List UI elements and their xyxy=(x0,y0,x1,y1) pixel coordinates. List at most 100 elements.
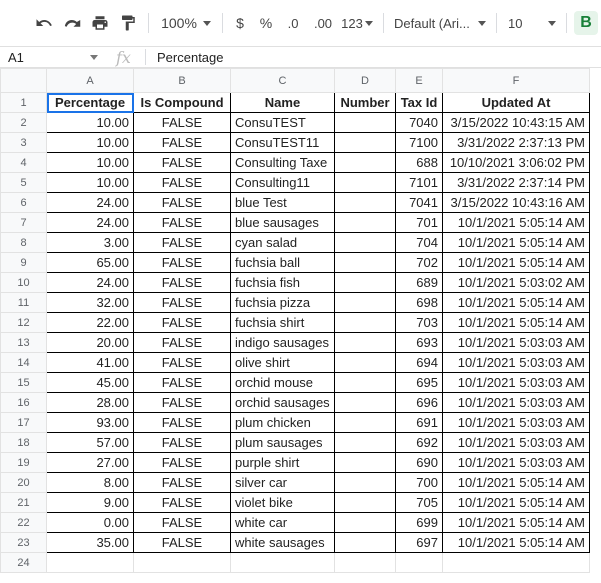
cell-d22[interactable] xyxy=(334,512,396,533)
column-header-f[interactable]: F xyxy=(442,68,590,93)
row-header[interactable]: 2 xyxy=(0,112,47,133)
cell-b24[interactable] xyxy=(133,552,231,573)
cell-f1[interactable]: Updated At xyxy=(442,92,590,113)
cell-a3[interactable]: 10.00 xyxy=(46,132,134,153)
cell-f18[interactable]: 10/1/2021 5:03:03 AM xyxy=(442,432,590,453)
cell-b12[interactable]: FALSE xyxy=(133,312,231,333)
cell-e3[interactable]: 7100 xyxy=(395,132,443,153)
cell-c18[interactable]: plum sausages xyxy=(230,432,335,453)
cell-f11[interactable]: 10/1/2021 5:05:14 AM xyxy=(442,292,590,313)
cell-f6[interactable]: 3/15/2022 10:43:16 AM xyxy=(442,192,590,213)
cell-e13[interactable]: 693 xyxy=(395,332,443,353)
cell-d13[interactable] xyxy=(334,332,396,353)
cell-f2[interactable]: 3/15/2022 10:43:15 AM xyxy=(442,112,590,133)
cell-c24[interactable] xyxy=(230,552,335,573)
cell-c12[interactable]: fuchsia shirt xyxy=(230,312,335,333)
cell-f17[interactable]: 10/1/2021 5:03:03 AM xyxy=(442,412,590,433)
cell-f20[interactable]: 10/1/2021 5:05:14 AM xyxy=(442,472,590,493)
cell-a6[interactable]: 24.00 xyxy=(46,192,134,213)
cell-e19[interactable]: 690 xyxy=(395,452,443,473)
row-header[interactable]: 16 xyxy=(0,392,47,413)
zoom-select[interactable]: 100% xyxy=(156,11,216,35)
redo-button[interactable] xyxy=(60,11,84,35)
cell-f13[interactable]: 10/1/2021 5:03:03 AM xyxy=(442,332,590,353)
cell-b22[interactable]: FALSE xyxy=(133,512,231,533)
cell-e21[interactable]: 705 xyxy=(395,492,443,513)
cell-a17[interactable]: 93.00 xyxy=(46,412,134,433)
cell-e5[interactable]: 7101 xyxy=(395,172,443,193)
cell-c1[interactable]: Name xyxy=(230,92,335,113)
cell-a19[interactable]: 27.00 xyxy=(46,452,134,473)
cell-b9[interactable]: FALSE xyxy=(133,252,231,273)
cell-d5[interactable] xyxy=(334,172,396,193)
cell-e14[interactable]: 694 xyxy=(395,352,443,373)
cell-a9[interactable]: 65.00 xyxy=(46,252,134,273)
cell-e16[interactable]: 696 xyxy=(395,392,443,413)
cell-f14[interactable]: 10/1/2021 5:03:03 AM xyxy=(442,352,590,373)
cell-f15[interactable]: 10/1/2021 5:03:03 AM xyxy=(442,372,590,393)
font-family-select[interactable]: Default (Ari... xyxy=(394,11,486,35)
formula-input[interactable]: Percentage xyxy=(157,47,224,67)
cell-d17[interactable] xyxy=(334,412,396,433)
undo-button[interactable] xyxy=(32,11,56,35)
cell-a5[interactable]: 10.00 xyxy=(46,172,134,193)
cell-a7[interactable]: 24.00 xyxy=(46,212,134,233)
cell-d24[interactable] xyxy=(334,552,396,573)
cell-c3[interactable]: ConsuTEST11 xyxy=(230,132,335,153)
cell-e24[interactable] xyxy=(395,552,443,573)
cell-e15[interactable]: 695 xyxy=(395,372,443,393)
cell-a12[interactable]: 22.00 xyxy=(46,312,134,333)
cell-a23[interactable]: 35.00 xyxy=(46,532,134,553)
cell-b1[interactable]: Is Compound xyxy=(133,92,231,113)
cell-b6[interactable]: FALSE xyxy=(133,192,231,213)
column-header-e[interactable]: E xyxy=(395,68,443,93)
cell-a21[interactable]: 9.00 xyxy=(46,492,134,513)
cell-d4[interactable] xyxy=(334,152,396,173)
row-header[interactable]: 14 xyxy=(0,352,47,373)
row-header[interactable]: 5 xyxy=(0,172,47,193)
cell-b4[interactable]: FALSE xyxy=(133,152,231,173)
cell-d23[interactable] xyxy=(334,532,396,553)
cell-d10[interactable] xyxy=(334,272,396,293)
cell-b11[interactable]: FALSE xyxy=(133,292,231,313)
cell-c10[interactable]: fuchsia fish xyxy=(230,272,335,293)
cell-d11[interactable] xyxy=(334,292,396,313)
row-header[interactable]: 22 xyxy=(0,512,47,533)
row-header[interactable]: 24 xyxy=(0,552,47,573)
cell-e2[interactable]: 7040 xyxy=(395,112,443,133)
cell-f21[interactable]: 10/1/2021 5:05:14 AM xyxy=(442,492,590,513)
cell-c23[interactable]: white sausages xyxy=(230,532,335,553)
cell-b20[interactable]: FALSE xyxy=(133,472,231,493)
row-header[interactable]: 20 xyxy=(0,472,47,493)
cell-c20[interactable]: silver car xyxy=(230,472,335,493)
cell-c19[interactable]: purple shirt xyxy=(230,452,335,473)
row-header[interactable]: 6 xyxy=(0,192,47,213)
currency-format-button[interactable]: $ xyxy=(230,11,250,35)
cell-c9[interactable]: fuchsia ball xyxy=(230,252,335,273)
cell-d1[interactable]: Number xyxy=(334,92,396,113)
cell-b15[interactable]: FALSE xyxy=(133,372,231,393)
cell-d2[interactable] xyxy=(334,112,396,133)
font-size-select[interactable]: 10 xyxy=(504,11,560,35)
cell-a13[interactable]: 20.00 xyxy=(46,332,134,353)
cell-a11[interactable]: 32.00 xyxy=(46,292,134,313)
cell-c7[interactable]: blue sausages xyxy=(230,212,335,233)
decrease-decimal-button[interactable]: .0 xyxy=(280,11,306,35)
cell-d15[interactable] xyxy=(334,372,396,393)
cell-f10[interactable]: 10/1/2021 5:03:02 AM xyxy=(442,272,590,293)
cell-f22[interactable]: 10/1/2021 5:05:14 AM xyxy=(442,512,590,533)
row-header[interactable]: 10 xyxy=(0,272,47,293)
cell-a1[interactable]: Percentage xyxy=(46,92,134,113)
cell-f24[interactable] xyxy=(442,552,590,573)
print-button[interactable] xyxy=(88,11,112,35)
cell-a14[interactable]: 41.00 xyxy=(46,352,134,373)
select-all-corner[interactable] xyxy=(0,68,47,93)
row-header[interactable]: 15 xyxy=(0,372,47,393)
cell-d3[interactable] xyxy=(334,132,396,153)
row-header[interactable]: 7 xyxy=(0,212,47,233)
row-header[interactable]: 1 xyxy=(0,92,47,113)
cell-c8[interactable]: cyan salad xyxy=(230,232,335,253)
cell-c4[interactable]: Consulting Taxe xyxy=(230,152,335,173)
cell-f8[interactable]: 10/1/2021 5:05:14 AM xyxy=(442,232,590,253)
cell-d12[interactable] xyxy=(334,312,396,333)
